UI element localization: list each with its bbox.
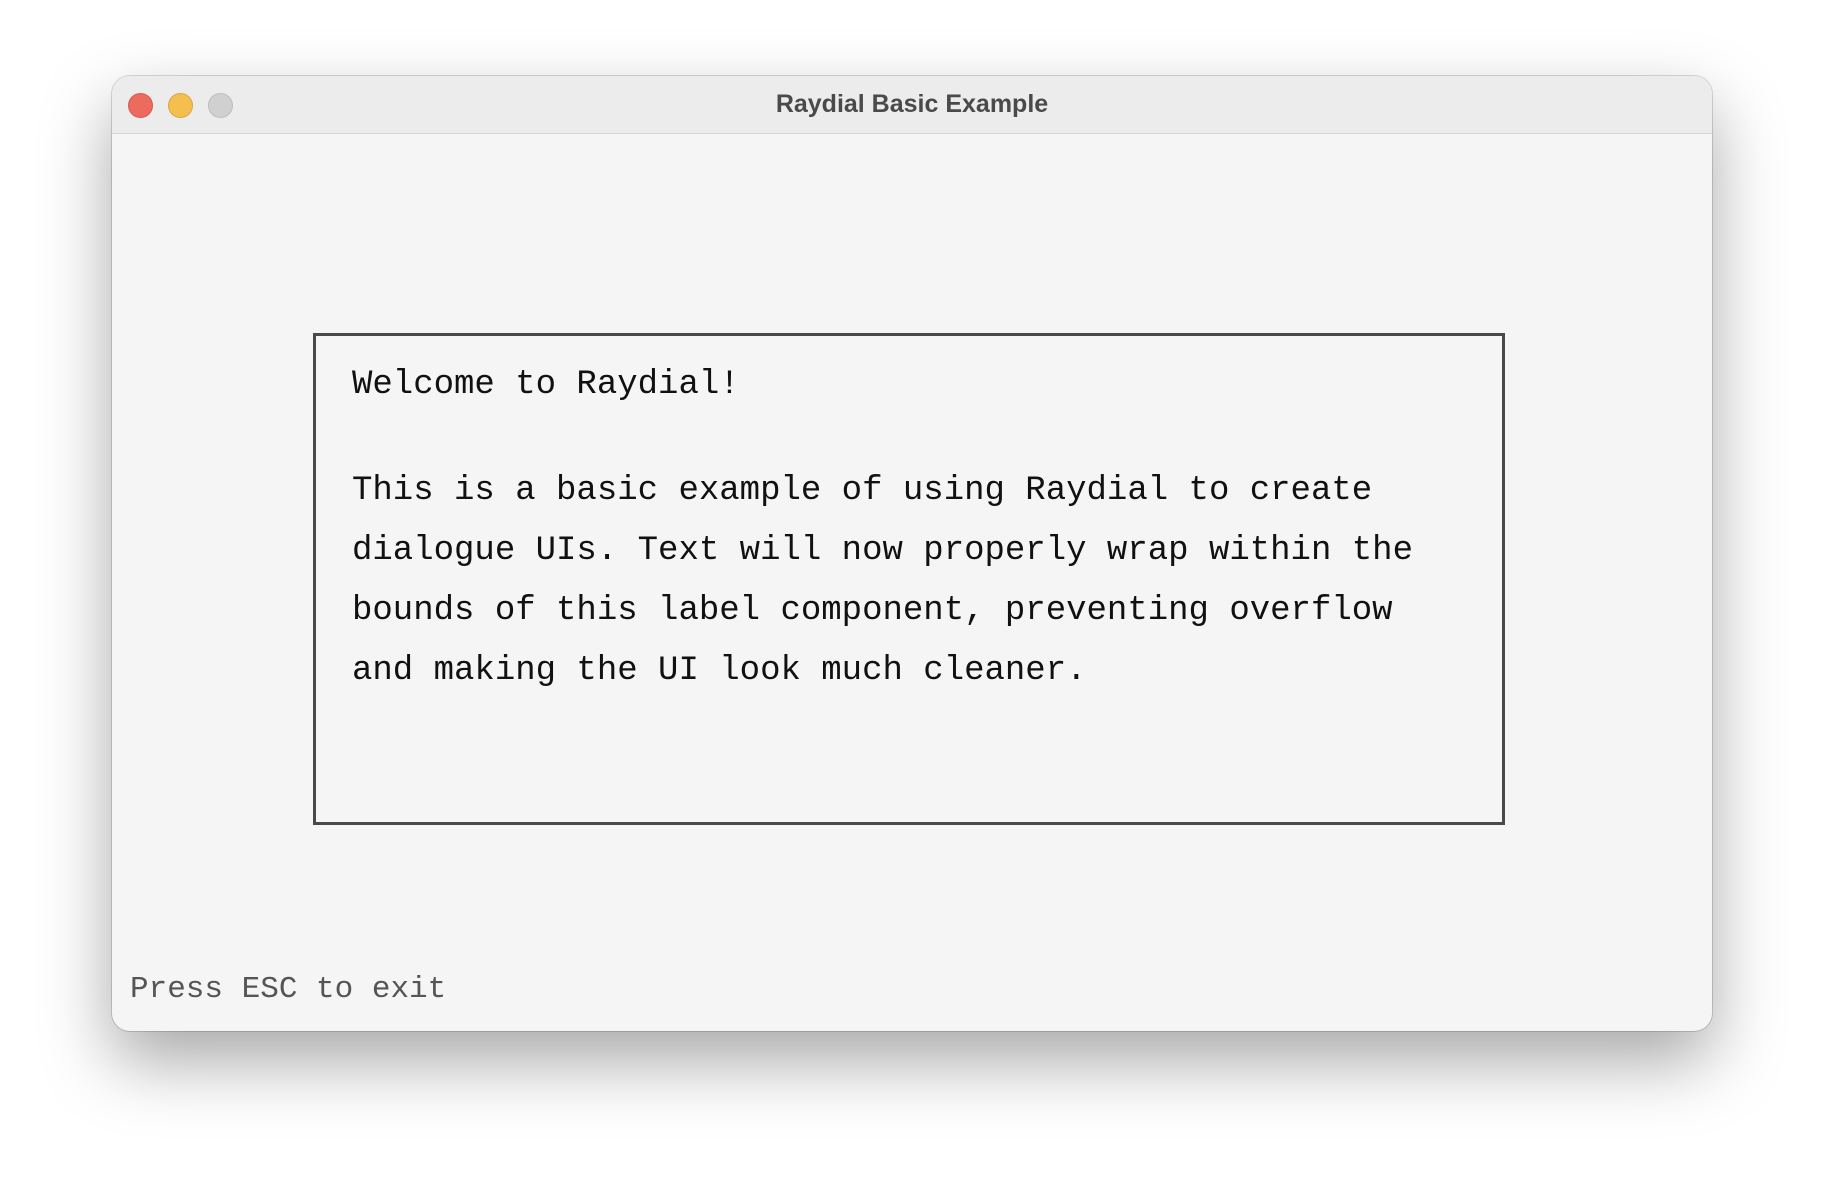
- dialog-heading: Welcome to Raydial!: [352, 366, 740, 404]
- dialog-body-text: This is a basic example of using Raydial…: [352, 472, 1413, 690]
- title-bar: Raydial Basic Example: [112, 76, 1712, 134]
- app-window: Raydial Basic Example Welcome to Raydial…: [112, 76, 1712, 1031]
- dialog-label-box: Welcome to Raydial! This is a basic exam…: [313, 333, 1505, 825]
- exit-hint: Press ESC to exit: [130, 972, 447, 1007]
- window-title: Raydial Basic Example: [775, 90, 1049, 118]
